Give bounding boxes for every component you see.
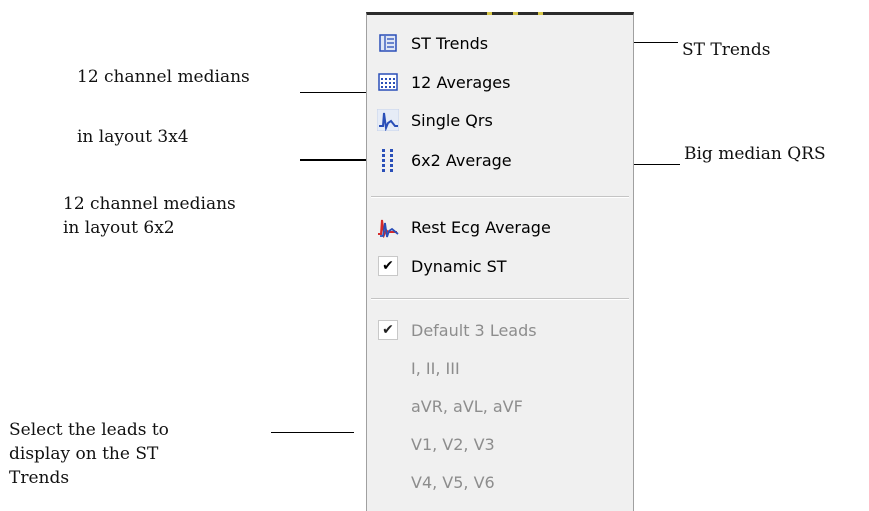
- annotation-line-6x2: [300, 159, 372, 161]
- menu-item-single-qrs[interactable]: Single Qrs: [367, 105, 633, 135]
- menu-top-highlight: [487, 12, 543, 15]
- annotation-line-12-averages: [300, 92, 372, 93]
- menu-item-label: 6x2 Average: [411, 150, 512, 170]
- menu-item-label: 12 Averages: [411, 72, 511, 92]
- menu-item-12-averages[interactable]: 12 Averages: [367, 67, 633, 97]
- annotation-12-medians-3x4: 12 channel medians: [77, 67, 250, 87]
- checkmark-icon: ✔: [378, 256, 398, 276]
- menu-item-st-trends[interactable]: ST Trends: [367, 28, 633, 58]
- st-trends-icon: [375, 31, 401, 55]
- menu-item-6x2-average[interactable]: 6x2 Average: [367, 145, 633, 175]
- annotation-select-leads-2: display on the ST: [9, 444, 159, 464]
- menu-separator: [371, 298, 629, 300]
- menu-item-label: aVR, aVL, aVF: [411, 396, 523, 416]
- menu-item-label: V1, V2, V3: [411, 434, 495, 454]
- menu-item-default-3-leads[interactable]: ✔ Default 3 Leads: [367, 315, 633, 345]
- menu-item-leads-v4-v5-v6[interactable]: V4, V5, V6: [367, 467, 633, 497]
- annotation-st-trends: ST Trends: [682, 40, 771, 60]
- annotation-layout-6x2: in layout 6x2: [63, 218, 175, 238]
- annotation-layout-3x4: in layout 3x4: [77, 127, 189, 147]
- view-context-menu: ST Trends 12 Averages Single Qrs 6x2 Ave…: [366, 12, 634, 511]
- menu-item-label: Default 3 Leads: [411, 320, 537, 340]
- annotation-12-medians-6x2: 12 channel medians: [63, 194, 236, 214]
- annotation-big-median-qrs: Big median QRS: [684, 144, 826, 164]
- menu-item-leads-v1-v2-v3[interactable]: V1, V2, V3: [367, 429, 633, 459]
- menu-item-label: I, II, III: [411, 358, 460, 378]
- annotation-line-leads: [271, 432, 354, 433]
- menu-item-leads-i-ii-iii[interactable]: I, II, III: [367, 353, 633, 383]
- checkmark-icon: ✔: [378, 320, 398, 340]
- menu-item-rest-ecg-average[interactable]: Rest Ecg Average: [367, 212, 633, 242]
- qrs-wave-icon: [375, 108, 401, 132]
- menu-item-label: V4, V5, V6: [411, 472, 495, 492]
- menu-item-leads-avr-avl-avf[interactable]: aVR, aVL, aVF: [367, 391, 633, 421]
- grid-averages-icon: [375, 70, 401, 94]
- menu-separator: [371, 196, 629, 198]
- annotation-select-leads-3: Trends: [9, 468, 70, 488]
- rest-ecg-icon: [375, 215, 401, 239]
- menu-item-label: Single Qrs: [411, 110, 493, 130]
- dots-6x2-icon: [375, 148, 401, 172]
- annotation-select-leads-1: Select the leads to: [9, 420, 169, 440]
- menu-item-label: Dynamic ST: [411, 256, 507, 276]
- menu-item-dynamic-st[interactable]: ✔ Dynamic ST: [367, 251, 633, 281]
- menu-item-label: ST Trends: [411, 33, 489, 53]
- menu-item-label: Rest Ecg Average: [411, 217, 551, 237]
